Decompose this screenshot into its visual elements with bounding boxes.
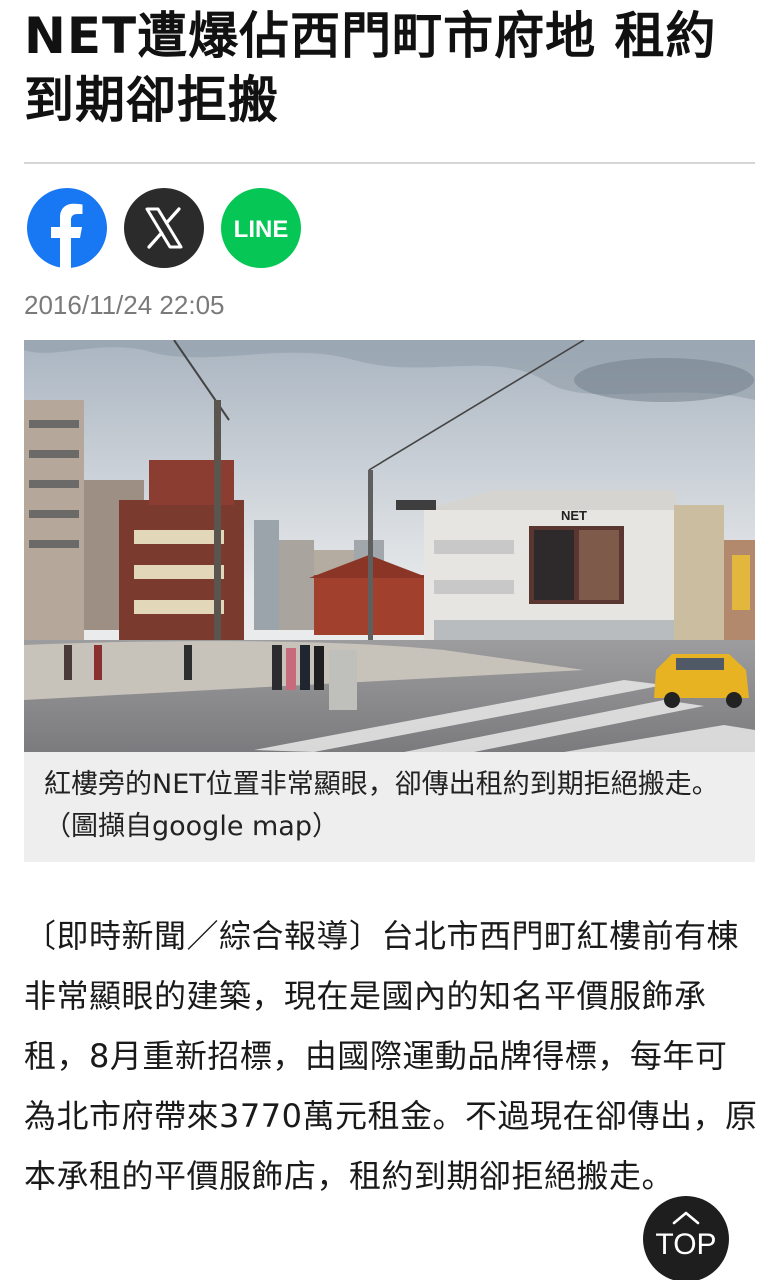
line-icon-label: LINE (234, 216, 289, 243)
article-title: NET遭爆佔西門町市府地 租約到期卻拒搬 (24, 7, 717, 129)
article-page: NET遭爆佔西門町市府地 租約到期卻拒搬 LINE 2016/11/24 22:… (0, 0, 779, 1280)
scroll-to-top-button[interactable]: TOP (643, 1196, 729, 1280)
net-store-sign: NET (561, 508, 587, 523)
article-body: 〔即時新聞／綜合報導〕台北市西門町紅樓前有棟非常顯眼的建築，現在是國內的知名平價… (24, 917, 758, 1195)
publish-timestamp: 2016/11/24 22:05 (24, 290, 225, 320)
caret-up-icon (672, 1211, 700, 1225)
scroll-to-top-label: TOP (655, 1228, 717, 1261)
share-line-button[interactable]: LINE (221, 188, 301, 268)
share-x-button[interactable] (124, 188, 204, 268)
photo-caption: 紅樓旁的NET位置非常顯眼，卻傳出租約到期拒絕搬走。（圖擷自google map… (44, 769, 719, 842)
title-divider (24, 162, 755, 164)
article-photo: NET (24, 340, 755, 752)
x-icon (145, 207, 183, 249)
line-icon: LINE (234, 216, 289, 243)
street-scene-image: NET (24, 340, 755, 752)
share-facebook-button[interactable] (27, 188, 107, 268)
photo-caption-box: 紅樓旁的NET位置非常顯眼，卻傳出租約到期拒絕搬走。（圖擷自google map… (24, 752, 755, 862)
facebook-icon (51, 203, 83, 268)
